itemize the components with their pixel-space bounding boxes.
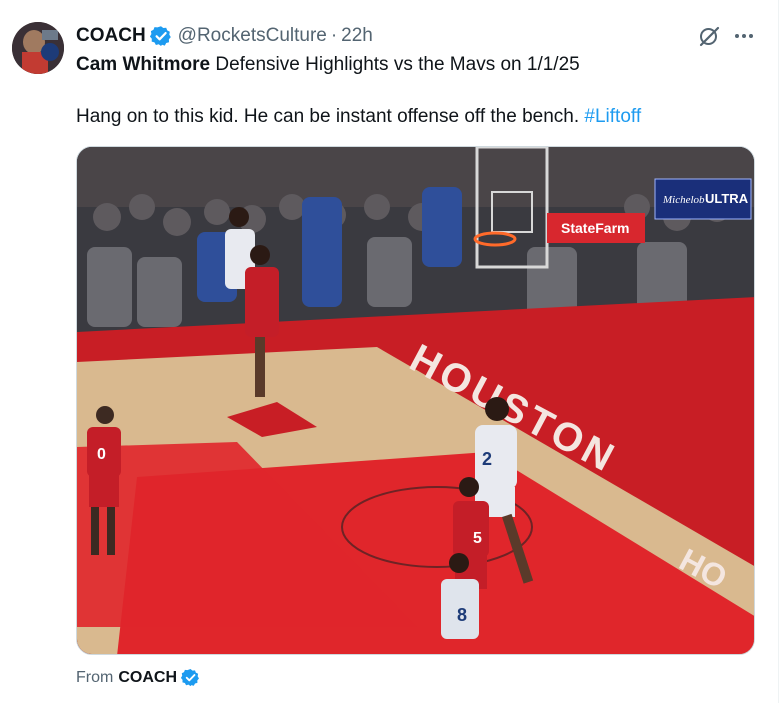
hashtag-link[interactable]: #Liftoff <box>584 106 641 127</box>
from-label: From <box>76 668 114 686</box>
author-handle[interactable]: @RocketsCulture <box>178 25 327 47</box>
tweet-title-text: Defensive Highlights vs the Mavs on 1/1/… <box>210 54 580 75</box>
mentioned-player: Cam Whitmore <box>76 54 211 75</box>
avatar-image <box>12 22 64 74</box>
tweet-header: COACH @RocketsCulture · 22h <box>76 24 373 48</box>
statefarm-sign-text: StateFarm <box>561 220 629 236</box>
tweet-card[interactable]: COACH @RocketsCulture · 22h Cam Whitmore… <box>0 0 779 703</box>
grok-icon[interactable] <box>697 24 721 48</box>
separator-dot: · <box>330 25 338 46</box>
jersey-number-center: 2 <box>482 449 492 469</box>
source-name[interactable]: COACH <box>118 669 177 687</box>
tweet-body: Hang on to this kid. He can be instant o… <box>76 106 585 127</box>
author-avatar[interactable] <box>12 22 64 74</box>
verified-badge-icon <box>149 26 171 46</box>
tweet-body-text: Hang on to this kid. He can be instant o… <box>76 106 641 128</box>
michelob-sign-text: Michelob <box>662 194 705 206</box>
jersey-number-left: 0 <box>97 446 106 463</box>
video-media[interactable]: StateFarm Michelob ULTRA HOUSTON HO 0 2 … <box>76 146 755 655</box>
tweet-timestamp[interactable]: 22h <box>341 25 373 47</box>
ultra-sign-text: ULTRA <box>705 191 749 206</box>
more-options-icon[interactable] <box>732 24 756 48</box>
jersey-number-bottom: 8 <box>457 605 467 625</box>
tweet-title-line: Cam Whitmore Defensive Highlights vs the… <box>76 54 580 76</box>
author-name[interactable]: COACH <box>76 25 146 47</box>
verified-badge-icon <box>181 669 199 687</box>
jersey-number-right: 5 <box>473 530 482 547</box>
media-source-attribution: From COACH <box>76 668 200 687</box>
video-thumbnail: StateFarm Michelob ULTRA HOUSTON HO 0 2 … <box>77 147 754 654</box>
